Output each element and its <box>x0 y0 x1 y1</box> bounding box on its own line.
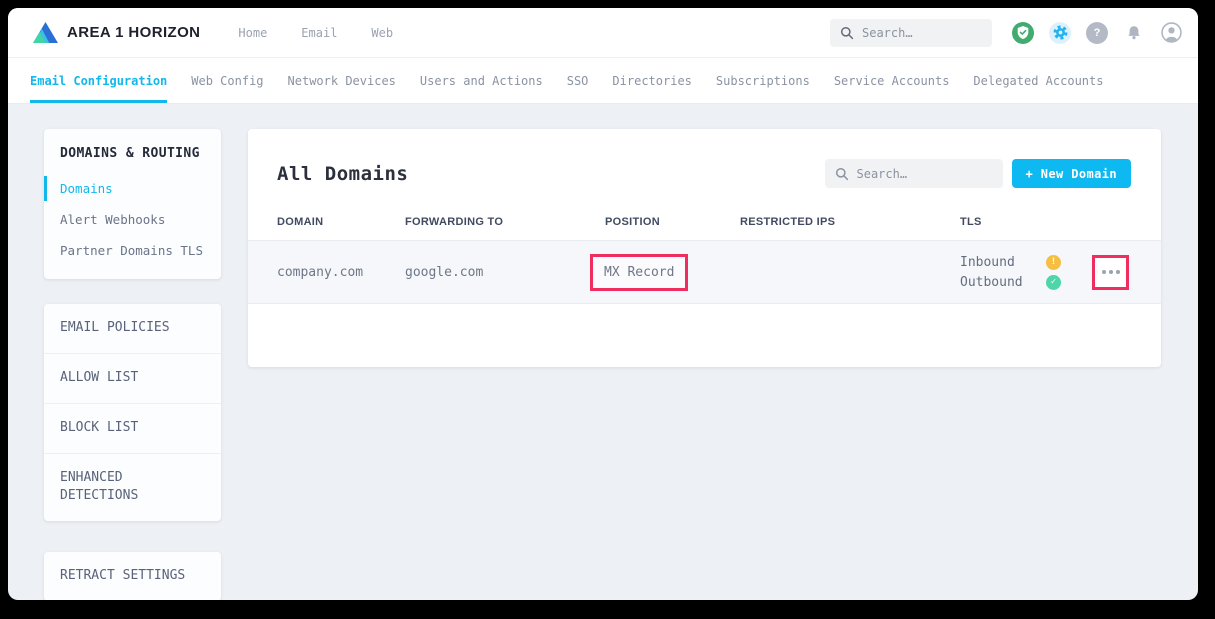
more-actions-button[interactable] <box>1092 255 1129 290</box>
sidebar-item-email-policies[interactable]: EMAIL POLICIES <box>44 304 221 354</box>
tab-network-devices[interactable]: Network Devices <box>288 58 396 103</box>
tls-outbound-label: Outbound <box>960 275 1046 290</box>
sidebar-item-retract-settings[interactable]: RETRACT SETTINGS <box>44 552 221 600</box>
tab-sso[interactable]: SSO <box>567 58 589 103</box>
dot-icon <box>1116 270 1120 274</box>
brand-logo: AREA 1 HORIZON <box>32 21 200 44</box>
domains-search-input[interactable] <box>857 167 972 181</box>
top-nav: Home Email Web <box>238 26 393 40</box>
cell-position: MX Record <box>605 254 740 291</box>
highlight-box-position: MX Record <box>590 254 688 291</box>
sidebar-item-block-list[interactable]: BLOCK LIST <box>44 404 221 454</box>
app-window: AREA 1 HORIZON Home Email Web <box>8 8 1198 600</box>
tls-outbound-line: Outbound ✓ <box>960 272 1092 292</box>
domains-search[interactable] <box>825 159 1003 188</box>
tab-users-and-actions[interactable]: Users and Actions <box>420 58 543 103</box>
nav-home[interactable]: Home <box>238 26 267 40</box>
global-search-input[interactable] <box>862 26 977 40</box>
search-icon <box>840 26 854 40</box>
retract-settings-card: RETRACT SETTINGS <box>44 552 221 600</box>
account-icon[interactable] <box>1160 22 1182 44</box>
nav-web[interactable]: Web <box>371 26 393 40</box>
dot-icon <box>1109 270 1113 274</box>
sidebar: DOMAINS & ROUTING Domains Alert Webhooks… <box>44 129 221 600</box>
cell-actions <box>1092 255 1132 290</box>
position-value: MX Record <box>604 265 674 280</box>
cell-tls: Inbound ! Outbound ✓ <box>960 252 1092 292</box>
area1-triangle-logo-icon <box>32 21 59 44</box>
tls-inbound-label: Inbound <box>960 255 1046 270</box>
all-domains-panel: All Domains + New Domain DOMAIN FORWARDI… <box>248 129 1161 367</box>
tab-email-configuration[interactable]: Email Configuration <box>30 58 167 103</box>
sidebar-item-partner-domains-tls[interactable]: Partner Domains TLS <box>60 235 205 266</box>
table-row: company.com google.com MX Record Inbound… <box>248 240 1161 304</box>
warning-status-icon: ! <box>1046 255 1061 270</box>
table-header-row: DOMAIN FORWARDING TO POSITION RESTRICTED… <box>248 188 1161 240</box>
topbar: AREA 1 HORIZON Home Email Web <box>8 8 1198 58</box>
global-search[interactable] <box>830 19 992 47</box>
shield-check-icon[interactable] <box>1012 22 1034 44</box>
cell-forwarding-to: google.com <box>405 265 605 280</box>
new-domain-button[interactable]: + New Domain <box>1012 159 1132 188</box>
domains-routing-title: DOMAINS & ROUTING <box>60 146 205 161</box>
sidebar-item-domains[interactable]: Domains <box>60 173 205 204</box>
help-glyph: ? <box>1094 27 1101 39</box>
success-status-icon: ✓ <box>1046 275 1061 290</box>
notifications-bell-icon[interactable] <box>1123 22 1145 44</box>
tab-delegated-accounts[interactable]: Delegated Accounts <box>973 58 1103 103</box>
tab-web-config[interactable]: Web Config <box>191 58 263 103</box>
sidebar-item-enhanced-detections[interactable]: ENHANCED DETECTIONS <box>44 454 221 522</box>
col-header-domain: DOMAIN <box>277 216 405 228</box>
col-header-position: POSITION <box>605 216 740 228</box>
section-tabs: Email Configuration Web Config Network D… <box>8 58 1198 104</box>
tab-subscriptions[interactable]: Subscriptions <box>716 58 810 103</box>
col-header-restricted-ips: RESTRICTED IPS <box>740 216 960 228</box>
content-area: DOMAINS & ROUTING Domains Alert Webhooks… <box>8 104 1198 600</box>
domains-routing-card: DOMAINS & ROUTING Domains Alert Webhooks… <box>44 129 221 279</box>
page-title: All Domains <box>277 163 408 185</box>
panel-header: All Domains + New Domain <box>248 129 1161 188</box>
policy-sections-card: EMAIL POLICIES ALLOW LIST BLOCK LIST ENH… <box>44 304 221 521</box>
tab-directories[interactable]: Directories <box>612 58 691 103</box>
sidebar-item-allow-list[interactable]: ALLOW LIST <box>44 354 221 404</box>
tab-service-accounts[interactable]: Service Accounts <box>834 58 950 103</box>
col-header-forwarding-to: FORWARDING TO <box>405 216 605 228</box>
brand-name: AREA 1 HORIZON <box>67 24 200 41</box>
settings-gear-icon[interactable] <box>1049 22 1071 44</box>
topbar-icons: ? <box>1012 22 1182 44</box>
tls-inbound-line: Inbound ! <box>960 252 1092 272</box>
sidebar-item-alert-webhooks[interactable]: Alert Webhooks <box>60 204 205 235</box>
nav-email[interactable]: Email <box>301 26 337 40</box>
search-icon <box>835 167 849 181</box>
dot-icon <box>1102 270 1106 274</box>
cell-domain: company.com <box>277 265 405 280</box>
help-icon[interactable]: ? <box>1086 22 1108 44</box>
col-header-tls: TLS <box>960 216 1092 228</box>
